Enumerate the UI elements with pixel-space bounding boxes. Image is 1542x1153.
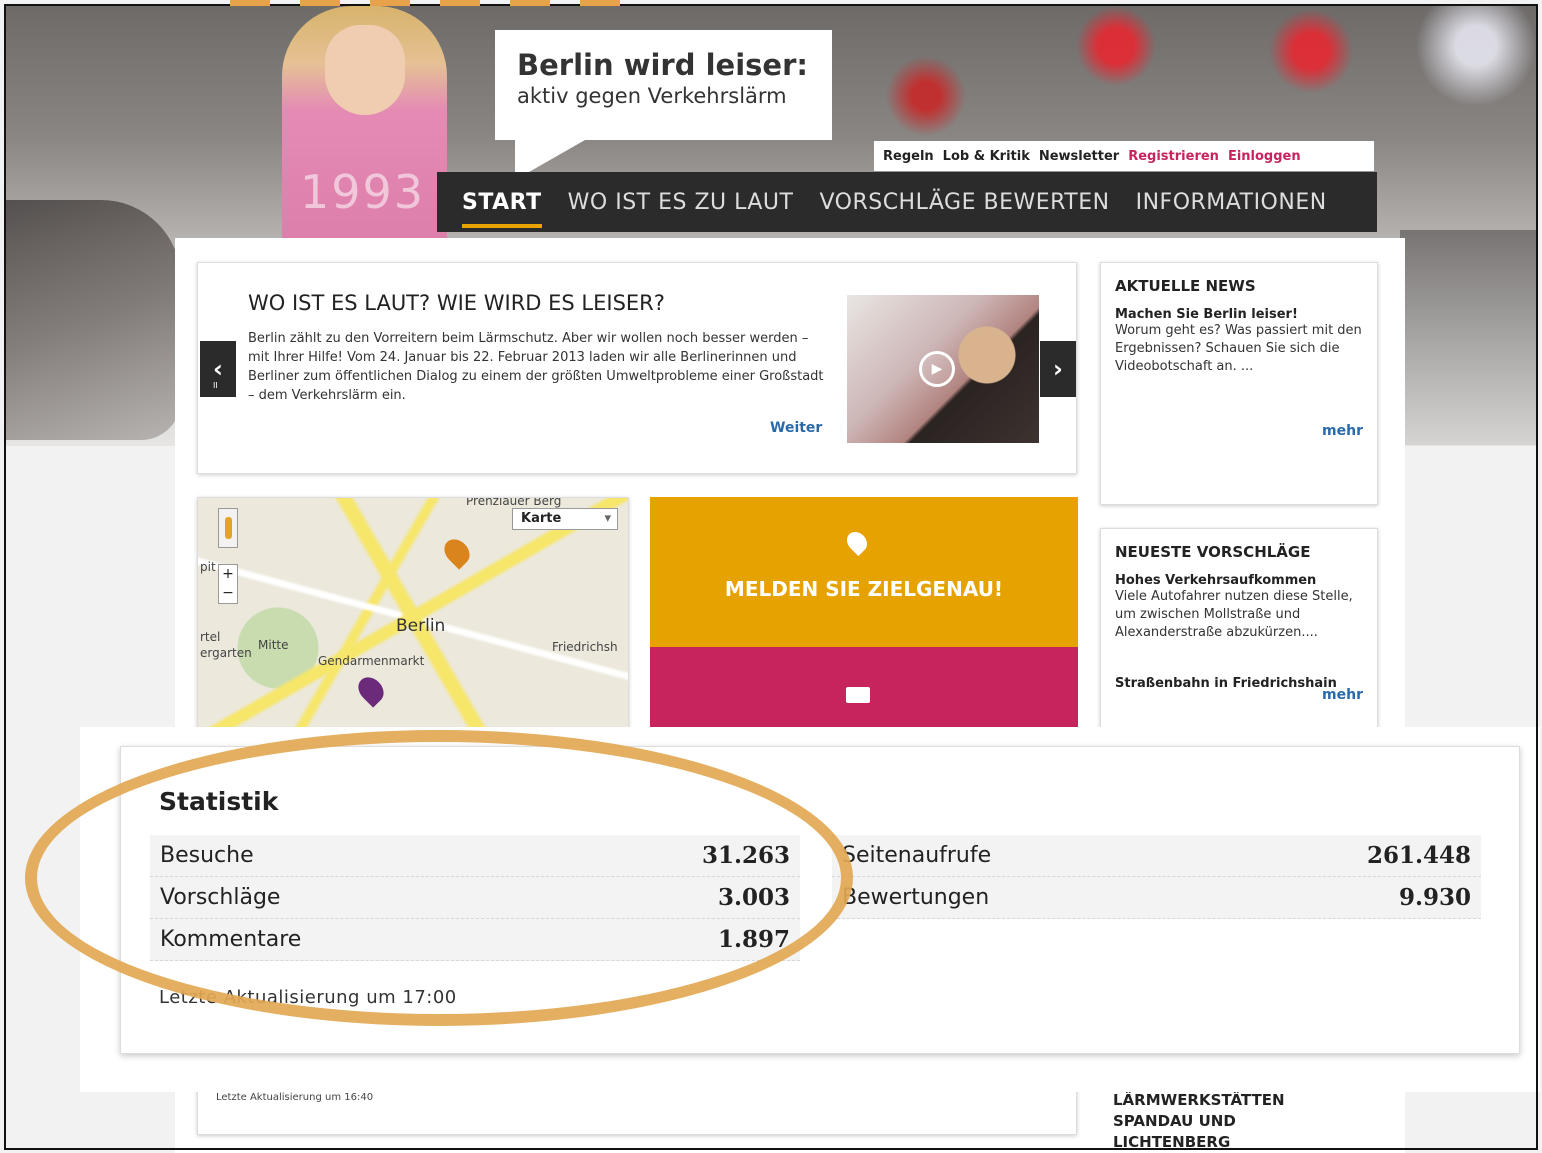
utility-links: Regeln Lob & Kritik Newsletter Registrie…: [874, 141, 1374, 171]
stat-row-comments: Kommentare 1.897: [150, 919, 800, 961]
proposals-heading: NEUESTE VORSCHLÄGE: [1115, 543, 1311, 561]
chevron-right-icon[interactable]: ›: [1040, 341, 1076, 397]
map-label-viertel: rtel: [200, 630, 221, 644]
stat-value: 3.003: [717, 884, 790, 911]
news-heading: AKTUELLE NEWS: [1115, 277, 1256, 295]
report-tile-label: MELDEN SIE ZIELGENAU!: [724, 577, 1004, 601]
stat-row-proposals: Vorschläge 3.003: [150, 877, 800, 919]
slider-more-link[interactable]: Weiter: [770, 420, 822, 436]
stat-value: 1.897: [717, 926, 790, 953]
link-lob-kritik[interactable]: Lob & Kritik: [943, 149, 1030, 164]
news-box: AKTUELLE NEWS Machen Sie Berlin leiser! …: [1100, 262, 1378, 505]
report-tile[interactable]: MELDEN SIE ZIELGENAU!: [650, 497, 1078, 647]
stat-row-pageviews: Seitenaufrufe 261.448: [832, 835, 1481, 877]
stat-row-ratings: Bewertungen 9.930: [832, 877, 1481, 919]
proposals-more-link[interactable]: mehr: [1322, 687, 1363, 703]
street-view-pegman-icon[interactable]: [218, 508, 238, 548]
speech-bubble-logo[interactable]: Berlin wird leiser: aktiv gegen Verkehrs…: [495, 30, 832, 180]
map-label-pit: pit: [200, 560, 216, 574]
chat-bubbles-icon: [846, 687, 870, 703]
girl-shirt-text: 1993: [300, 165, 426, 219]
pause-icon[interactable]: II: [213, 381, 218, 390]
intro-slider: WO IST ES LAUT? WIE WIRD ES LEISER? Berl…: [197, 262, 1077, 474]
map-pin-orange[interactable]: [439, 534, 475, 570]
stats-left-table: Besuche 31.263 Vorschläge 3.003 Kommenta…: [150, 835, 800, 961]
stat-label: Kommentare: [160, 927, 302, 952]
main-nav: START WO IST ES ZU LAUT VORSCHLÄGE BEWER…: [437, 172, 1377, 232]
stat-value: 261.448: [1366, 842, 1471, 869]
play-icon[interactable]: ▶: [919, 351, 955, 387]
site-subtitle: aktiv gegen Verkehrslärm: [517, 84, 787, 108]
news-more-link[interactable]: mehr: [1322, 423, 1363, 439]
statistics-title: Statistik: [159, 787, 279, 816]
news-item-text: Worum geht es? Was passiert mit den Erge…: [1115, 323, 1362, 374]
map-label-friedrichshain: Friedrichsh: [552, 640, 618, 654]
stat-value: 9.930: [1398, 884, 1471, 911]
stat-label: Besuche: [160, 843, 254, 868]
proposals-box: NEUESTE VORSCHLÄGE Hohes Verkehrsaufkomm…: [1100, 528, 1378, 748]
stat-label: Seitenaufrufe: [842, 843, 992, 868]
girl-face: [325, 25, 405, 115]
link-regeln[interactable]: Regeln: [883, 149, 934, 164]
link-newsletter[interactable]: Newsletter: [1039, 149, 1119, 164]
bottom-updated-note: Letzte Aktualisierung um 16:40: [216, 1092, 374, 1103]
map-widget[interactable]: +− Karte Prenzlauer Berg Mitte Gendarmen…: [197, 497, 629, 737]
location-pin-icon: [842, 527, 872, 557]
map-label-mitte: Mitte: [258, 638, 289, 652]
stats-updated-note: Letzte Aktualisierung um 17:00: [159, 987, 457, 1008]
map-label-prenzlauer: Prenzlauer Berg: [466, 497, 562, 508]
proposal-item-title[interactable]: Hohes Verkehrsaufkommen: [1115, 573, 1363, 588]
car-image-right: [1400, 230, 1538, 445]
workshops-heading[interactable]: LÄRMWERKSTÄTTEN SPANDAU UND LICHTENBERG: [1113, 1090, 1323, 1153]
chevron-left-icon[interactable]: ‹: [200, 341, 236, 397]
stat-label: Vorschläge: [160, 885, 281, 910]
bottom-card: Letzte Aktualisierung um 16:40: [197, 1085, 1077, 1135]
slider-text: Berlin zählt zu den Vorreitern beim Lärm…: [248, 331, 824, 403]
slider-title: WO IST ES LAUT? WIE WIRD ES LEISER?: [248, 291, 665, 315]
car-image-left: [6, 200, 181, 440]
map-label-tiergarten: ergarten: [200, 646, 252, 660]
stat-row-visits: Besuche 31.263: [150, 835, 800, 877]
map-label-gendarmenmarkt: Gendarmenmarkt: [318, 654, 425, 668]
orange-header-fragment: [230, 0, 650, 6]
map-city-label: Berlin: [396, 616, 446, 636]
video-thumbnail[interactable]: ▶: [847, 295, 1039, 443]
nav-start[interactable]: START: [462, 190, 542, 228]
zoom-control[interactable]: + −: [218, 564, 238, 604]
nav-vorschlaege-bewerten[interactable]: VORSCHLÄGE BEWERTEN: [819, 190, 1109, 215]
nav-informationen[interactable]: INFORMATIONEN: [1136, 190, 1327, 215]
map-type-select[interactable]: Karte: [512, 508, 618, 530]
statistics-panel: Statistik Besuche 31.263 Vorschläge 3.00…: [120, 746, 1520, 1054]
site-title: Berlin wird leiser:: [517, 48, 808, 82]
link-registrieren[interactable]: Registrieren: [1128, 149, 1219, 164]
news-item-title[interactable]: Machen Sie Berlin leiser!: [1115, 307, 1363, 322]
stat-value: 31.263: [701, 842, 790, 869]
nav-wo-ist-es-zu-laut[interactable]: WO IST ES ZU LAUT: [568, 190, 794, 215]
proposal-item-text: Viele Autofahrer nutzen diese Stelle, um…: [1115, 589, 1353, 640]
link-einloggen[interactable]: Einloggen: [1228, 149, 1301, 164]
stats-right-table: Seitenaufrufe 261.448 Bewertungen 9.930: [832, 835, 1481, 919]
map-pin-purple[interactable]: [353, 672, 389, 708]
stat-label: Bewertungen: [842, 885, 990, 910]
